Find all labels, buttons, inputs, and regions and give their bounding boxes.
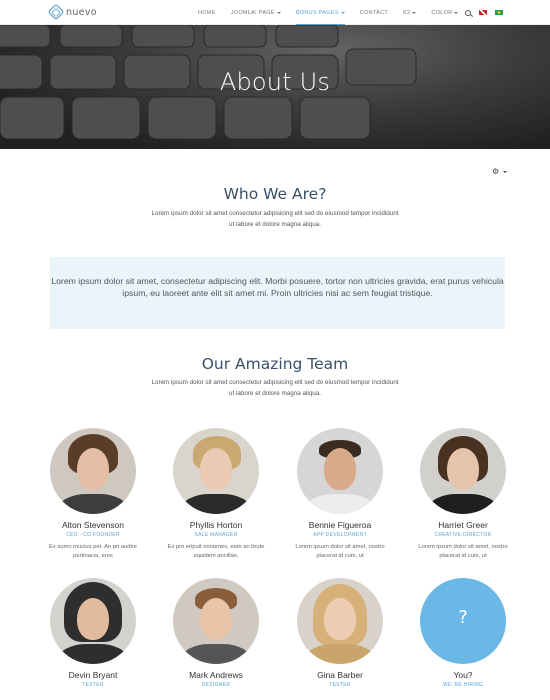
logo-icon (47, 3, 65, 21)
avatar-body (305, 494, 375, 514)
who-we-are-text: Lorem ipsum dolor sit amet consectetur a… (151, 210, 399, 228)
logo-text: nuevo (66, 6, 97, 18)
question-mark-icon: ? (458, 607, 468, 628)
team-member: Gina Barber TESTER (285, 578, 395, 688)
member-role: SALE MANAGER (194, 532, 238, 538)
avatar-face (447, 448, 479, 490)
nav-joomla-page-label: JOOMLA! PAGE (230, 9, 275, 16)
avatar-body (181, 644, 251, 664)
chevron-down-icon (503, 171, 508, 173)
nav-contact-label: CONTACT (359, 9, 389, 16)
nav-k2[interactable]: K2 (403, 0, 417, 25)
nav-contact[interactable]: CONTACT (360, 0, 388, 25)
member-name: Alton Stevenson (62, 520, 124, 530)
nav-tools (465, 0, 503, 25)
member-name: Gina Barber (317, 670, 363, 680)
avatar (420, 428, 506, 514)
quote-text: Lorem ipsum dolor sit amet, consectetur … (51, 276, 504, 298)
member-desc: Ex sumo mucius per. An pri audire pertin… (49, 544, 137, 559)
member-name: Devin Bryant (68, 670, 118, 680)
who-we-are-heading: Who We Are? (223, 185, 327, 203)
hero-banner: About Us (0, 25, 550, 149)
team-member: Phyllis Horton SALE MANAGER Ex pro eripu… (161, 428, 271, 561)
member-desc: Lorem ipsum dolor sit amet, nostro place… (295, 544, 385, 559)
nav-bonus-pages[interactable]: BONUS PAGES (295, 0, 345, 25)
gear-icon: ⚙ (492, 167, 500, 176)
chevron-down-icon (340, 11, 345, 14)
avatar (50, 428, 136, 514)
nav-color-label: COLOR (431, 9, 453, 16)
main-nav: HOME JOOMLA! PAGE BONUS PAGES CONTACT K2… (198, 0, 473, 25)
avatar-body (58, 494, 128, 514)
avatar (297, 578, 383, 664)
search-icon[interactable] (465, 9, 471, 16)
avatar (173, 428, 259, 514)
team-member-hiring: ? You? WE' RE HIRING (408, 578, 518, 688)
avatar-face (324, 448, 356, 490)
nav-home[interactable]: HOME (198, 0, 216, 25)
flag-uk-icon[interactable] (479, 10, 487, 15)
team-member: Harriet Greer CREATIVE DIRECTOR Lorem ip… (408, 428, 518, 561)
member-name: You? (453, 670, 473, 680)
avatar-face (77, 448, 109, 490)
team-heading: Our Amazing Team (201, 355, 349, 373)
member-name: Bennie Figueroa (308, 520, 372, 530)
page-title: About Us (219, 68, 331, 96)
member-role: CEO - CO FOUNDER (66, 532, 120, 538)
quote-box: Lorem ipsum dolor sit amet, consectetur … (50, 257, 505, 329)
avatar-face (200, 448, 232, 490)
avatar-face (324, 598, 356, 640)
hiring-avatar[interactable]: ? (420, 578, 506, 664)
team-member: Mark Andrews DESIGNER (161, 578, 271, 688)
nav-k2-label: K2 (403, 9, 411, 16)
chevron-down-icon (412, 11, 417, 14)
nav-joomla-page[interactable]: JOOMLA! PAGE (231, 0, 281, 25)
avatar-body (58, 644, 128, 664)
chevron-down-icon (454, 11, 459, 14)
team-intro-text: Lorem ipsum dolor sit amet consectetur a… (151, 379, 399, 397)
member-name: Harriet Greer (438, 520, 488, 530)
member-role: CREATIVE DIRECTOR (434, 532, 492, 538)
avatar (297, 428, 383, 514)
team-member: Devin Bryant TESTER (38, 578, 148, 688)
nav-home-label: HOME (198, 9, 216, 16)
chevron-down-icon (276, 11, 281, 14)
avatar (50, 578, 136, 664)
avatar (173, 578, 259, 664)
top-navbar: nuevo HOME JOOMLA! PAGE BONUS PAGES CONT… (0, 0, 550, 25)
member-desc: Lorem ipsum dolor sit amet, nostro place… (418, 544, 508, 559)
avatar-body (181, 494, 251, 514)
avatar-face (77, 598, 109, 640)
logo[interactable]: nuevo (47, 3, 97, 21)
flag-br-icon[interactable] (495, 10, 503, 15)
member-name: Mark Andrews (189, 670, 243, 680)
member-name: Phyllis Horton (189, 520, 243, 530)
member-desc: Ex pro eripuit nonumes, eam an brute equ… (167, 544, 265, 559)
member-role[interactable]: WE' RE HIRING (408, 682, 518, 688)
page-settings-toggle[interactable]: ⚙ (492, 167, 508, 176)
member-role: TESTER (82, 682, 104, 688)
nav-color[interactable]: COLOR (431, 0, 459, 25)
nav-bonus-pages-label: BONUS PAGES (295, 9, 339, 16)
member-role: APP DEVELOPMENT (313, 532, 367, 538)
team-member: Bennie Figueroa APP DEVELOPMENT Lorem ip… (285, 428, 395, 561)
avatar-body (428, 494, 498, 514)
avatar-face (200, 598, 232, 640)
avatar-body (305, 644, 375, 664)
team-member: Alton Stevenson CEO - CO FOUNDER Ex sumo… (38, 428, 148, 561)
member-role: TESTER (329, 682, 351, 688)
member-role: DESIGNER (201, 682, 231, 688)
